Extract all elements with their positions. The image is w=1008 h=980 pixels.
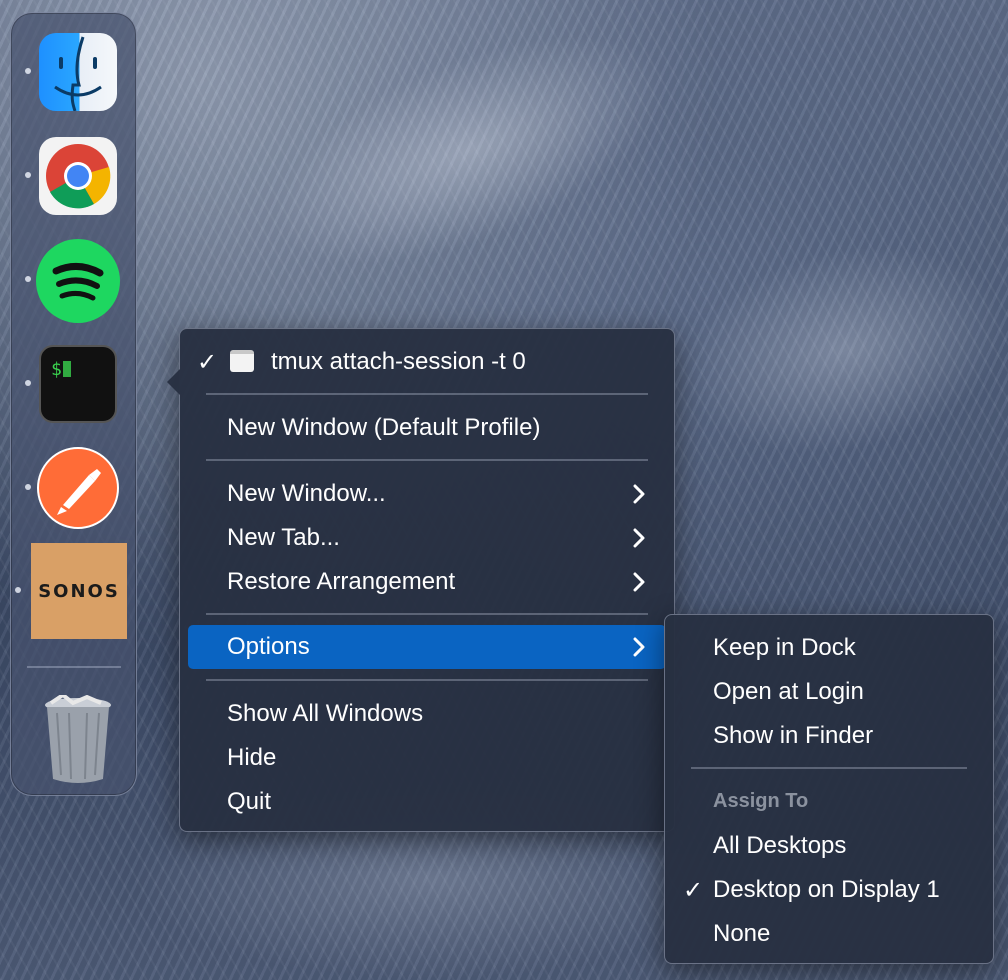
chevron-right-icon <box>633 484 645 504</box>
menu-item-label: Keep in Dock <box>713 634 856 661</box>
chevron-right-icon <box>633 572 645 592</box>
menu-item-label: New Window (Default Profile) <box>227 414 541 441</box>
submenu-item-none[interactable]: None <box>673 913 985 955</box>
submenu-item-open-at-login[interactable]: Open at Login <box>673 671 985 713</box>
menu-item-label: Show All Windows <box>227 700 424 727</box>
dock-context-menu: ✓ tmux attach-session -t 0 New Window (D… <box>167 328 675 832</box>
running-indicator <box>25 172 31 178</box>
dock-app-chrome[interactable] <box>25 135 119 217</box>
menu-item-label: Show in Finder <box>713 722 874 749</box>
postman-icon <box>37 447 119 529</box>
chevron-right-icon <box>633 528 645 548</box>
menu-item-label: Hide <box>227 744 277 771</box>
menu-pointer <box>167 369 180 395</box>
menu-item-label: None <box>713 920 771 947</box>
running-indicator <box>25 276 31 282</box>
sonos-icon[interactable]: SONOS <box>31 543 127 639</box>
menu-item-label: All Desktops <box>713 832 847 859</box>
menu-separator <box>206 679 648 681</box>
chevron-right-icon <box>633 637 645 657</box>
dock-app-postman[interactable] <box>25 447 119 529</box>
running-indicator <box>15 587 21 593</box>
running-indicator <box>25 484 31 490</box>
dock-app-spotify[interactable] <box>25 239 120 323</box>
submenu-header-assign-to: Assign To <box>673 781 985 821</box>
dock-app-terminal[interactable]: $ <box>25 343 119 425</box>
menu-item-show-all-windows[interactable]: Show All Windows <box>188 693 666 735</box>
dock-separator <box>27 666 121 668</box>
menu-item-label: Options <box>227 633 310 660</box>
menu-item-label: Quit <box>227 788 272 815</box>
menu-item-new-window-default[interactable]: New Window (Default Profile) <box>188 407 666 449</box>
submenu-item-show-in-finder[interactable]: Show in Finder <box>673 715 985 757</box>
menu-separator <box>691 767 967 769</box>
submenu-item-keep-in-dock[interactable]: Keep in Dock <box>673 627 985 669</box>
menu-item-label: New Tab... <box>227 524 340 551</box>
terminal-window-icon <box>230 350 254 372</box>
submenu-item-desktop-on-display[interactable]: ✓ Desktop on Display 1 <box>673 869 985 911</box>
trash-icon[interactable] <box>43 692 113 785</box>
checkmark-icon: ✓ <box>197 348 218 376</box>
menu-item-tmux-window[interactable]: ✓ tmux attach-session -t 0 <box>188 341 666 383</box>
svg-text:$: $ <box>51 359 62 380</box>
menu-item-new-window[interactable]: New Window... <box>188 473 666 515</box>
menu-item-options[interactable]: Options <box>188 625 666 669</box>
menu-item-label: Open at Login <box>713 678 864 705</box>
menu-item-new-tab[interactable]: New Tab... <box>188 517 666 559</box>
finder-icon <box>39 33 117 111</box>
menu-item-quit[interactable]: Quit <box>188 781 666 823</box>
menu-separator <box>206 613 648 615</box>
checkmark-icon: ✓ <box>683 876 704 904</box>
menu-separator <box>206 459 648 461</box>
chrome-icon <box>39 137 117 215</box>
menu-item-hide[interactable]: Hide <box>188 737 666 779</box>
terminal-icon: $ <box>39 345 117 423</box>
dock-app-finder[interactable] <box>25 31 119 113</box>
running-indicator <box>25 68 31 74</box>
running-indicator <box>25 380 31 386</box>
menu-item-label: Desktop on Display 1 <box>713 876 940 903</box>
options-submenu: Keep in Dock Open at Login Show in Finde… <box>664 614 994 964</box>
menu-item-label: Restore Arrangement <box>227 568 456 595</box>
spotify-icon <box>36 239 120 323</box>
dock: $ SONOS <box>10 12 137 796</box>
submenu-item-all-desktops[interactable]: All Desktops <box>673 825 985 867</box>
menu-separator <box>206 393 648 395</box>
menu-item-label: New Window... <box>227 480 386 507</box>
section-header: Assign To <box>713 789 809 812</box>
menu-item-label: tmux attach-session -t 0 <box>271 348 526 375</box>
menu-item-restore-arrangement[interactable]: Restore Arrangement <box>188 561 666 603</box>
